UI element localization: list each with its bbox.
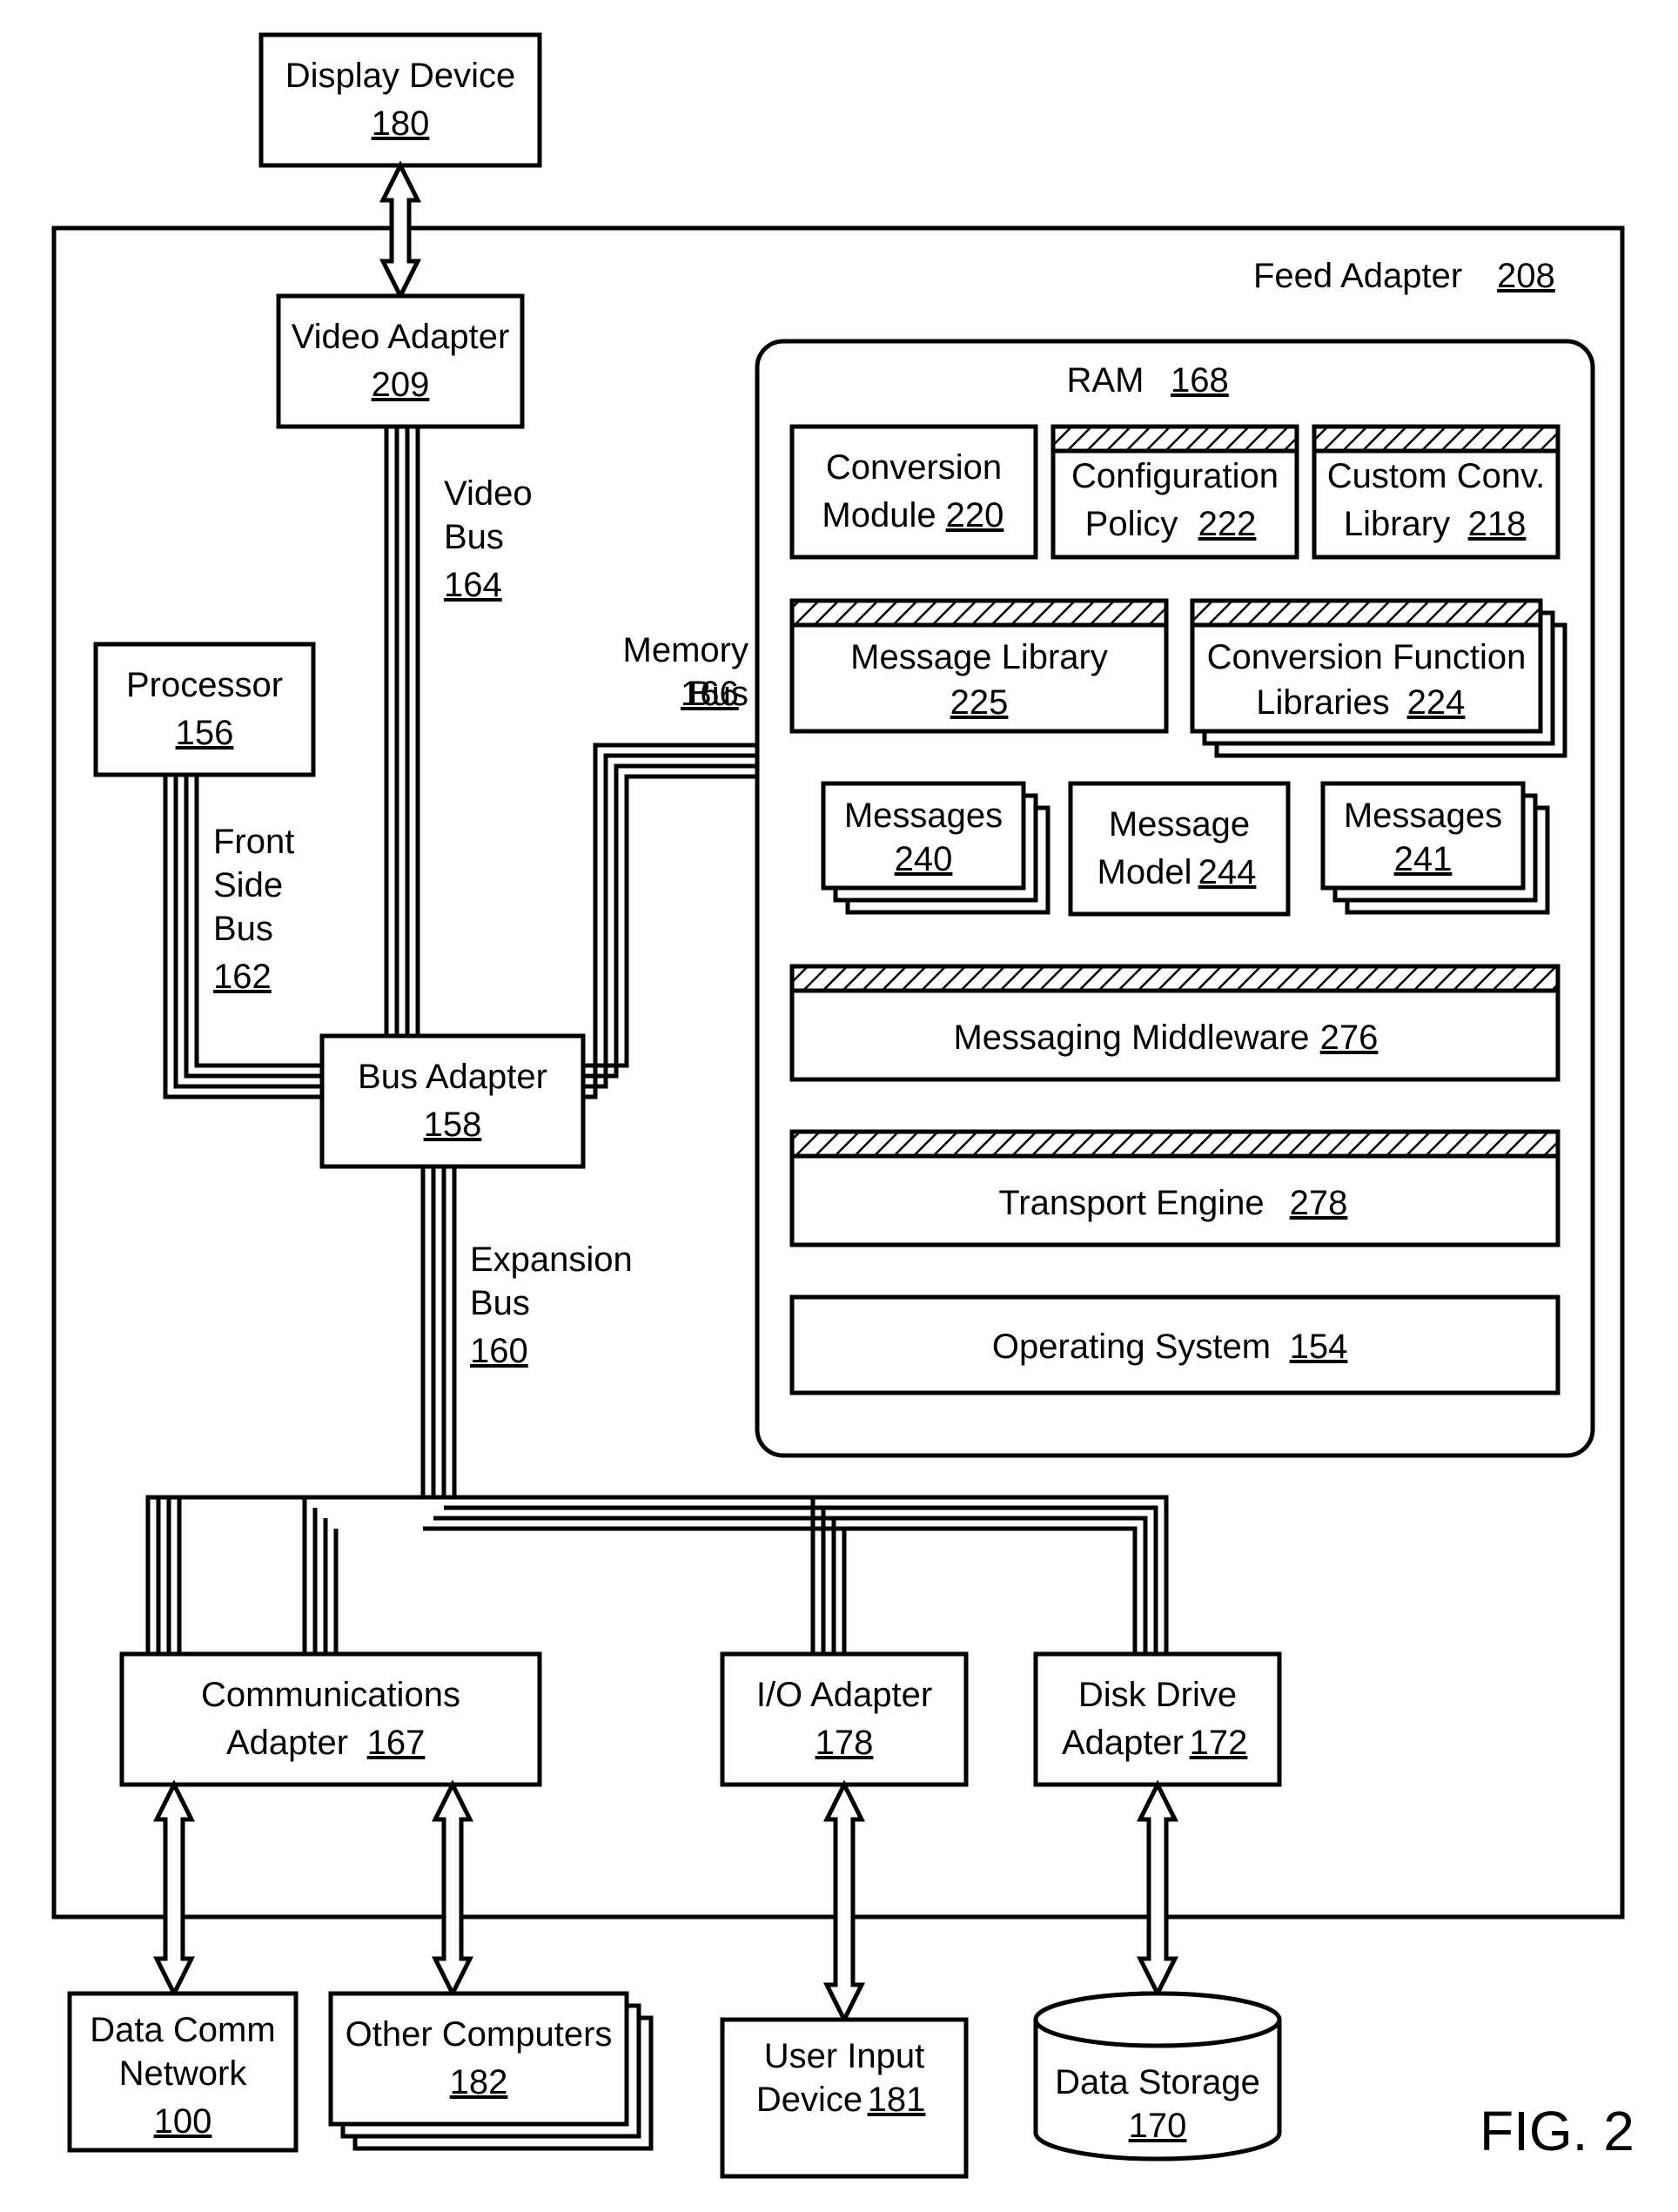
data-comm-network-l2: Network — [119, 2054, 248, 2093]
conversion-module-l2: Module — [822, 496, 936, 535]
other-computers-l1: Other Computers — [346, 2015, 613, 2054]
processor-box: Processor 156 — [96, 644, 313, 775]
messages-240-l1: Messages — [844, 797, 1003, 835]
user-input-ref: 181 — [868, 2081, 926, 2119]
cfl-l2: Libraries — [1256, 683, 1389, 722]
exp-bus-ref: 160 — [470, 1332, 528, 1370]
configuration-policy-l1: Configuration — [1071, 457, 1279, 495]
message-model-ref: 244 — [1198, 853, 1257, 891]
display-device-box: Display Device 180 — [261, 35, 540, 165]
bus-adapter-ref: 158 — [424, 1106, 482, 1144]
memory-bus-ref: 166 — [681, 675, 739, 713]
transport-engine-l1: Transport Engine — [998, 1184, 1264, 1222]
communications-adapter-ref: 167 — [367, 1724, 426, 1762]
video-bus-l2: Bus — [444, 518, 504, 556]
messages-241-l1: Messages — [1344, 797, 1502, 835]
messaging-middleware-l1: Messaging Middleware — [953, 1019, 1309, 1057]
fsb-l2: Side — [213, 866, 283, 904]
video-bus — [386, 427, 418, 1036]
bus-adapter-label: Bus Adapter — [358, 1058, 547, 1096]
user-input-l1: User Input — [764, 2037, 925, 2075]
disk-drive-adapter-ref: 172 — [1190, 1724, 1248, 1762]
message-library-ref: 225 — [950, 683, 1009, 722]
display-device-label: Display Device — [285, 57, 516, 95]
cfl-ref: 224 — [1407, 683, 1466, 722]
data-storage-ref: 170 — [1129, 2107, 1187, 2145]
video-bus-ref: 164 — [444, 566, 502, 604]
custom-conv-l1: Custom Conv. — [1327, 457, 1545, 495]
cfl-l1: Conversion Function — [1207, 638, 1527, 676]
video-bus-l1: Video — [444, 474, 533, 513]
data-comm-network-l1: Data Comm — [90, 2011, 275, 2049]
message-model-l2: Model — [1097, 853, 1192, 891]
messaging-middleware-ref: 276 — [1320, 1019, 1379, 1057]
display-device-ref: 180 — [372, 104, 430, 143]
operating-system-l1: Operating System — [992, 1328, 1271, 1366]
message-model-box: Message Model 244 — [1071, 783, 1288, 914]
messages-241-ref: 241 — [1394, 840, 1453, 878]
conversion-module-ref: 220 — [946, 496, 1004, 535]
communications-adapter-l1: Communications — [201, 1676, 460, 1714]
video-adapter-label: Video Adapter — [292, 318, 510, 356]
processor-ref: 156 — [176, 714, 234, 752]
io-adapter-l1: I/O Adapter — [756, 1676, 932, 1714]
arrow-display-video — [383, 165, 418, 296]
data-comm-network-ref: 100 — [154, 2102, 212, 2141]
communications-adapter-l2: Adapter — [226, 1724, 348, 1762]
configuration-policy-ref: 222 — [1198, 505, 1257, 543]
operating-system-ref: 154 — [1290, 1328, 1348, 1366]
disk-drive-adapter-box: Disk Drive Adapter 172 — [1036, 1654, 1279, 1785]
transport-engine-box: Transport Engine 278 — [792, 1132, 1558, 1245]
messaging-middleware-box: Messaging Middleware 276 — [792, 966, 1558, 1079]
memory-bus-l1: Memory — [623, 631, 748, 669]
exp-bus-l2: Bus — [470, 1284, 530, 1322]
conversion-function-libs-box: Conversion Function Libraries 224 — [1192, 601, 1565, 756]
data-storage-cylinder: Data Storage 170 — [1036, 1993, 1279, 2159]
message-library-box: Message Library 225 — [792, 601, 1166, 731]
custom-conv-l2: Library — [1344, 505, 1450, 543]
feed-adapter-ref: 208 — [1497, 257, 1555, 295]
disk-drive-adapter-l1: Disk Drive — [1078, 1676, 1237, 1714]
transport-engine-ref: 278 — [1290, 1184, 1348, 1222]
custom-conv-ref: 218 — [1468, 505, 1527, 543]
custom-conv-box: Custom Conv. Library 218 — [1314, 427, 1558, 557]
arrow-disk-storage — [1140, 1785, 1175, 1993]
message-model-l1: Message — [1109, 805, 1250, 844]
arrow-comm-network — [157, 1785, 191, 1993]
data-storage-l1: Data Storage — [1055, 2063, 1260, 2101]
user-input-device-box: User Input Device 181 — [722, 2020, 966, 2176]
configuration-policy-l2: Policy — [1085, 505, 1178, 543]
ram-label: RAM — [1067, 361, 1144, 400]
conversion-module-l1: Conversion — [826, 448, 1002, 487]
data-comm-network-box: Data Comm Network 100 — [70, 1993, 296, 2150]
exp-bus-l1: Expansion — [470, 1240, 633, 1279]
processor-label: Processor — [126, 666, 283, 704]
ram-ref: 168 — [1171, 361, 1229, 400]
operating-system-box: Operating System 154 — [792, 1297, 1558, 1393]
user-input-l2: Device — [756, 2081, 862, 2119]
message-library-l1: Message Library — [850, 638, 1108, 676]
memory-bus — [583, 745, 757, 1097]
messages-241-box: Messages 241 — [1323, 783, 1547, 912]
fsb-l1: Front — [213, 823, 294, 861]
messages-240-box: Messages 240 — [823, 783, 1048, 912]
communications-adapter-box: Communications Adapter 167 — [122, 1654, 540, 1785]
feed-adapter-label: Feed Adapter — [1253, 257, 1462, 295]
figure-caption: FIG. 2 — [1480, 2100, 1634, 2162]
messages-240-ref: 240 — [895, 840, 953, 878]
other-computers-box: Other Computers 182 — [331, 1993, 651, 2148]
bus-adapter-box: Bus Adapter 158 — [322, 1036, 583, 1167]
other-computers-ref: 182 — [450, 2063, 508, 2101]
video-adapter-box: Video Adapter 209 — [279, 296, 522, 427]
arrow-io-user — [827, 1785, 862, 2020]
video-adapter-ref: 209 — [372, 366, 430, 404]
disk-drive-adapter-l2: Adapter — [1062, 1724, 1184, 1762]
io-adapter-box: I/O Adapter 178 — [722, 1654, 966, 1785]
arrow-comm-other — [435, 1785, 470, 1993]
fsb-l3: Bus — [213, 910, 273, 948]
configuration-policy-box: Configuration Policy 222 — [1053, 427, 1297, 557]
conversion-module-box: Conversion Module 220 — [792, 427, 1036, 557]
io-adapter-ref: 178 — [816, 1724, 874, 1762]
fsb-ref: 162 — [213, 958, 272, 996]
